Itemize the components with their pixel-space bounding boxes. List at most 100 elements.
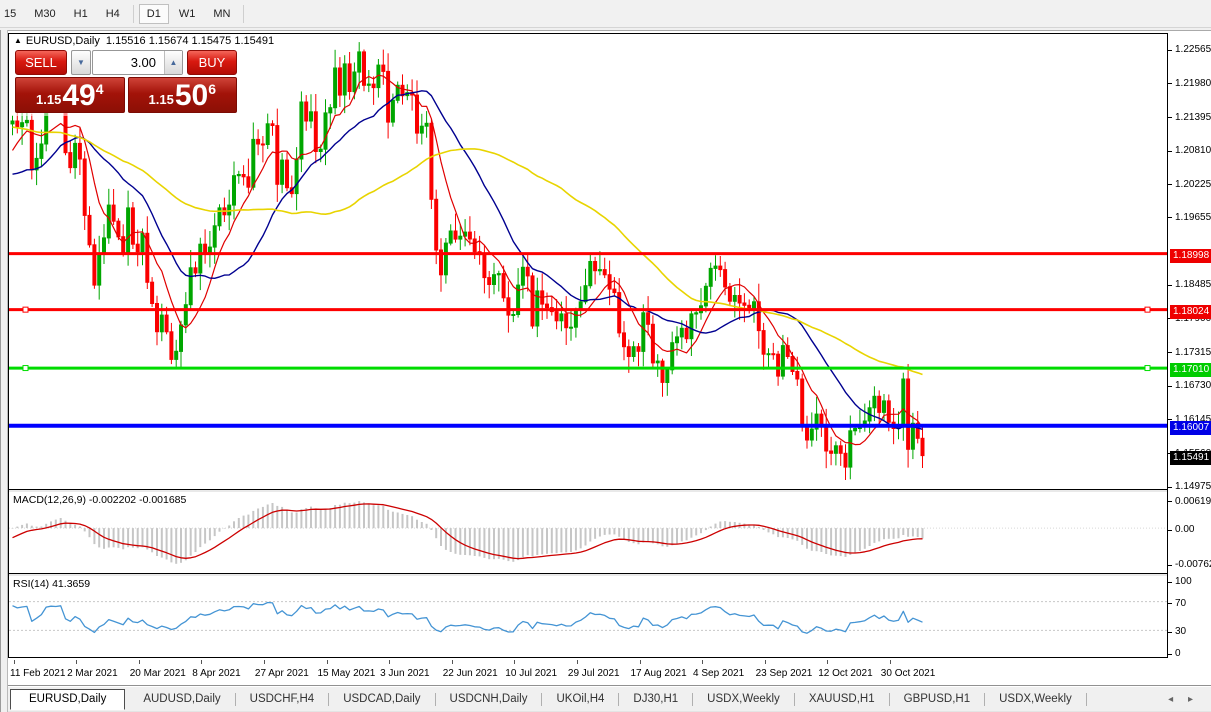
chart-tab-usdcad-daily[interactable]: USDCAD,Daily [331, 689, 432, 709]
timeframe-button-h1[interactable]: H1 [66, 4, 96, 24]
time-axis-tick [827, 660, 828, 664]
timeframe-button-d1[interactable]: D1 [139, 4, 169, 24]
chevron-down-icon: ▼ [77, 58, 85, 67]
time-axis-tick [452, 660, 453, 664]
toolbar-separator [133, 5, 134, 23]
chart-symbol-label: EURUSD,Daily [26, 35, 100, 47]
chart-window: ▲ EURUSD,Daily 1.15516 1.15674 1.15475 1.1… [8, 30, 1211, 712]
buy-button[interactable]: BUY [187, 50, 237, 75]
tab-separator [235, 693, 236, 706]
tab-separator [889, 693, 890, 706]
time-axis-tick [139, 660, 140, 664]
time-axis-label: 22 Jun 2021 [443, 668, 498, 679]
price-axis-label: 1.17315 [1175, 346, 1211, 359]
price-axis-label: 1.19655 [1175, 211, 1211, 224]
macd-indicator-label: MACD(12,26,9) -0.002202 -0.001685 [13, 494, 186, 506]
price-axis-label: 1.16730 [1175, 379, 1211, 392]
sell-button[interactable]: SELL [15, 50, 67, 75]
price-axis-tick [1168, 487, 1172, 488]
price-axis-tick [1168, 151, 1172, 152]
price-axis-tick [1168, 352, 1172, 353]
price-axis-tick [1168, 83, 1172, 84]
tab-separator [435, 693, 436, 706]
timeframe-button-h4[interactable]: H4 [98, 4, 128, 24]
macd-axis-label: 0.00 [1175, 523, 1194, 536]
toolbar-separator [243, 5, 244, 23]
volume-decrease-button[interactable]: ▼ [71, 50, 91, 75]
time-axis-label: 23 Sep 2021 [756, 668, 813, 679]
chart-tab-usdx-weekly[interactable]: USDX,Weekly [695, 689, 792, 709]
time-axis-tick [765, 660, 766, 664]
chart-ohlc-values: 1.15516 1.15674 1.15475 1.15491 [106, 35, 274, 47]
price-marker-badge: 1.18024 [1170, 305, 1211, 319]
rsi-axis-tick [1168, 582, 1172, 583]
price-axis-label: 1.22565 [1175, 43, 1211, 56]
chart-tab-usdchf-h4[interactable]: USDCHF,H4 [238, 689, 327, 709]
price-axis-tick [1168, 217, 1172, 218]
time-axis-tick [76, 660, 77, 664]
price-axis[interactable]: 1.225651.219801.213951.208101.202251.196… [1168, 33, 1211, 658]
rsi-panel-canvas[interactable] [9, 576, 1167, 657]
volume-increase-button[interactable]: ▲ [164, 51, 182, 74]
tab-separator [618, 693, 619, 706]
timeframe-button-w1[interactable]: W1 [171, 4, 204, 24]
macd-axis-label: -0.00762 [1175, 558, 1211, 571]
time-axis-label: 17 Aug 2021 [631, 668, 687, 679]
chart-tab-xauusd-h1[interactable]: XAUUSD,H1 [797, 689, 887, 709]
price-axis-label: 1.21395 [1175, 111, 1211, 124]
timeframe-button-m30[interactable]: M30 [26, 4, 63, 24]
chart-title: ▲ EURUSD,Daily 1.15516 1.15674 1.15475 1.1… [14, 35, 274, 47]
rsi-axis-tick [1168, 654, 1172, 655]
buy-price-display[interactable]: 1.15506 [128, 77, 238, 113]
chart-tab-audusd-daily[interactable]: AUDUSD,Daily [131, 689, 232, 709]
chart-tab-usdcnh-daily[interactable]: USDCNH,Daily [438, 689, 540, 709]
chart-tab-dj30-h1[interactable]: DJ30,H1 [621, 689, 690, 709]
chart-tab-bar: EURUSD,Daily AUDUSD,Daily USDCHF,H4USDCAD,… [8, 687, 1211, 712]
macd-axis-tick [1168, 530, 1172, 531]
time-axis-label: 12 Oct 2021 [818, 668, 872, 679]
time-axis-tick [389, 660, 390, 664]
time-axis-label: 2 Mar 2021 [67, 668, 118, 679]
collapse-triangle-icon[interactable]: ▲ [14, 36, 22, 45]
price-marker-badge: 1.15491 [1170, 451, 1211, 465]
chart-tab-ukoil-h4[interactable]: UKOil,H4 [544, 689, 616, 709]
sell-price-display[interactable]: 1.15494 [15, 77, 125, 113]
rsi-axis-tick [1168, 603, 1172, 604]
chart-tab-eurusd-daily[interactable]: EURUSD,Daily [10, 689, 125, 710]
price-axis-tick [1168, 50, 1172, 51]
time-axis-label: 11 Feb 2021 [10, 668, 65, 679]
sell-price-prefix: 1.15 [36, 92, 61, 107]
price-axis-label: 1.14975 [1175, 480, 1211, 493]
price-axis-tick [1168, 184, 1172, 185]
time-axis-label: 29 Jul 2021 [568, 668, 620, 679]
buy-price-pip: 6 [208, 81, 216, 97]
tab-separator [984, 693, 985, 706]
time-axis[interactable]: 11 Feb 20212 Mar 202120 Mar 20218 Apr 20… [9, 660, 1168, 686]
volume-box: ▲ [92, 50, 183, 75]
tabs-scroll-left-icon[interactable]: ◂ [1168, 694, 1173, 705]
time-axis-label: 3 Jun 2021 [380, 668, 430, 679]
chart-tab-usdx-weekly[interactable]: USDX,Weekly [987, 689, 1084, 709]
rsi-axis-label: 70 [1175, 597, 1186, 610]
time-axis-label: 30 Oct 2021 [881, 668, 935, 679]
time-axis-tick [14, 660, 15, 664]
timeframe-button-mn[interactable]: MN [205, 4, 238, 24]
time-axis-label: 10 Jul 2021 [505, 668, 557, 679]
sell-price-pip: 4 [96, 81, 104, 97]
rsi-axis-label: 0 [1175, 647, 1181, 660]
tab-scroll-arrows: ◂ ▸ [1156, 694, 1193, 705]
tabs-scroll-right-icon[interactable]: ▸ [1188, 694, 1193, 705]
timeframe-button-15[interactable]: 15 [0, 4, 24, 24]
macd-axis-tick [1168, 565, 1172, 566]
chart-tab-gbpusd-h1[interactable]: GBPUSD,H1 [892, 689, 982, 709]
rsi-indicator-label: RSI(14) 41.3659 [13, 578, 90, 590]
price-axis-tick [1168, 285, 1172, 286]
time-axis-tick [640, 660, 641, 664]
time-axis-label: 27 Apr 2021 [255, 668, 309, 679]
tab-separator [541, 693, 542, 706]
buy-price-prefix: 1.15 [149, 92, 174, 107]
chevron-up-icon: ▲ [170, 58, 178, 67]
time-axis-label: 15 May 2021 [318, 668, 376, 679]
chart-plot-area [8, 33, 1168, 658]
sell-price-big: 49 [62, 82, 95, 110]
